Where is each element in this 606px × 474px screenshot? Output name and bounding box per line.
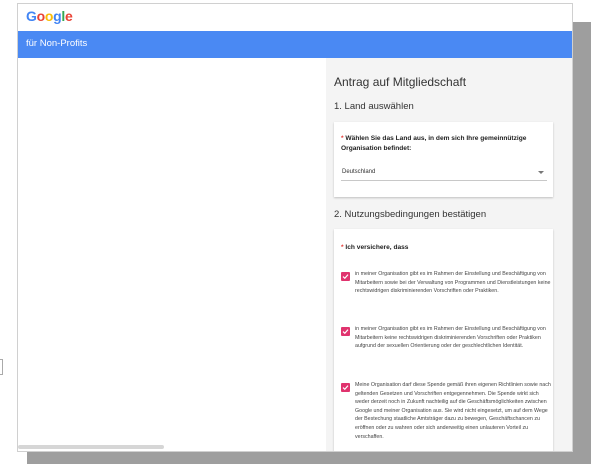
logo-letter: e bbox=[64, 8, 73, 24]
browser-window: Google für Non-Profits Antrag auf Mitgli… bbox=[17, 3, 573, 452]
checkmark-icon bbox=[342, 274, 349, 280]
logo-letter: o bbox=[36, 8, 46, 24]
country-question: * Wählen Sie das Land aus, in dem sich I… bbox=[341, 134, 546, 154]
section-1-title: 1. Land auswählen bbox=[334, 101, 414, 112]
logo-letter: g bbox=[53, 8, 62, 24]
required-marker: * bbox=[341, 135, 344, 142]
country-select-value: Deutschland bbox=[342, 169, 376, 175]
form-title: Antrag auf Mitgliedschaft bbox=[334, 75, 467, 89]
country-card: * Wählen Sie das Land aus, in dem sich I… bbox=[334, 122, 553, 197]
assurance-option-3: Meine Organisation darf diese Spende gem… bbox=[341, 381, 551, 451]
logo-letter: G bbox=[26, 8, 37, 24]
checkmark-icon bbox=[342, 329, 349, 335]
assurance-checkbox-2[interactable] bbox=[341, 327, 350, 336]
header-bar-title: für Non-Profits bbox=[26, 38, 88, 49]
required-marker: * bbox=[341, 244, 344, 251]
google-logo[interactable]: Google bbox=[26, 8, 73, 24]
assurance-question-text: Ich versichere, dass bbox=[345, 244, 409, 251]
country-question-text: Wählen Sie das Land aus, in dem sich Ihr… bbox=[341, 135, 527, 152]
checkmark-icon bbox=[342, 385, 349, 391]
logo-letter: o bbox=[44, 8, 54, 24]
left-panel bbox=[18, 58, 326, 451]
left-edge-marker bbox=[0, 359, 3, 375]
application-form-panel: Antrag auf Mitgliedschaft 1. Land auswäh… bbox=[326, 58, 572, 451]
horizontal-scrollbar[interactable] bbox=[18, 445, 164, 449]
assurance-option-1-text: in meiner Organisation gibt es im Rahmen… bbox=[355, 271, 551, 295]
header-bar: für Non-Profits bbox=[18, 31, 572, 58]
assurance-checkbox-1[interactable] bbox=[341, 272, 350, 281]
assurance-option-2: in meiner Organisation gibt es im Rahmen… bbox=[341, 325, 551, 365]
screenshot-stage: Google für Non-Profits Antrag auf Mitgli… bbox=[0, 0, 606, 474]
assurance-option-3-text: Meine Organisation darf diese Spende gem… bbox=[355, 382, 551, 440]
assurance-question: * Ich versichere, dass bbox=[341, 243, 541, 253]
dropdown-arrow-icon bbox=[538, 171, 544, 174]
assurance-checkbox-3[interactable] bbox=[341, 383, 350, 392]
assurance-option-1: in meiner Organisation gibt es im Rahmen… bbox=[341, 270, 551, 310]
assurance-option-2-text: in meiner Organisation gibt es im Rahmen… bbox=[355, 326, 546, 350]
terms-card: * Ich versichere, dass in meiner Organis… bbox=[334, 229, 553, 451]
country-select[interactable]: Deutschland bbox=[341, 166, 547, 181]
section-2-title: 2. Nutzungsbedingungen bestätigen bbox=[334, 209, 487, 220]
